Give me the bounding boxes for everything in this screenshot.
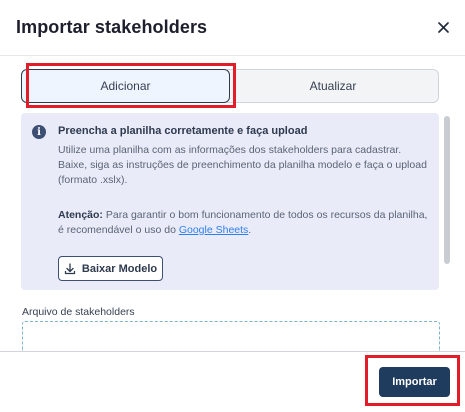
info-text: Utilize uma planilha com as informações … bbox=[58, 144, 427, 186]
import-button[interactable]: Importar bbox=[379, 367, 450, 397]
modal-title: Importar stakeholders bbox=[16, 17, 208, 37]
warning-label: Atenção: bbox=[58, 209, 103, 221]
info-icon: i bbox=[32, 125, 46, 139]
close-icon bbox=[437, 21, 449, 33]
tab-group: Atualizar Adicionar bbox=[21, 69, 439, 103]
file-upload-label: Arquivo de stakeholders bbox=[22, 306, 135, 318]
scrollbar[interactable] bbox=[444, 116, 450, 264]
download-template-label: Baixar Modelo bbox=[81, 262, 158, 275]
download-template-button[interactable]: Baixar Modelo bbox=[58, 256, 163, 281]
info-title: Preencha a planilha corretamente e faça … bbox=[58, 125, 308, 137]
import-stakeholders-modal: Importar stakeholders Atualizar Adiciona… bbox=[0, 0, 465, 412]
warning-end: . bbox=[248, 224, 252, 236]
modal-header: Importar stakeholders bbox=[0, 0, 465, 56]
google-sheets-link[interactable]: Google Sheets bbox=[179, 224, 248, 236]
download-icon bbox=[64, 262, 76, 274]
file-dropzone[interactable] bbox=[22, 321, 440, 351]
tab-atualizar[interactable]: Atualizar bbox=[227, 69, 439, 103]
close-button[interactable] bbox=[432, 16, 454, 38]
info-panel: i Preencha a planilha corretamente e faç… bbox=[21, 113, 439, 290]
info-warning: Atenção: Para garantir o bom funcionamen… bbox=[58, 208, 433, 238]
tab-adicionar[interactable]: Adicionar bbox=[21, 69, 230, 103]
